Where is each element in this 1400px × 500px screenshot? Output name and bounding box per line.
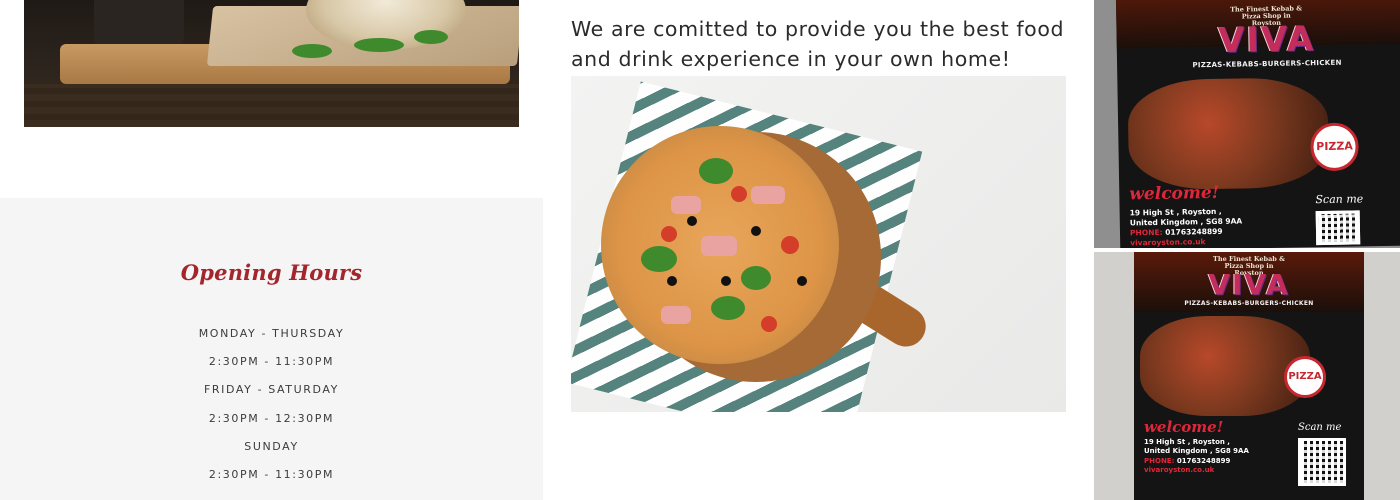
tagline: We are comitted to provide you the best … [571,17,1065,71]
hours-row: 2:30PM - 11:30PM [208,467,335,481]
pizza-slices [1127,76,1330,191]
flyer-logo: VIVA [1217,19,1316,61]
basil-leaf [699,158,733,184]
ham-slice [671,196,701,214]
olive [687,216,697,226]
flyer-welcome: welcome! [1129,182,1220,205]
lettuce-leaf [414,30,448,44]
hours-row: 2:30PM - 12:30PM [208,411,335,425]
ham-slice [751,186,785,204]
flyer-welcome: welcome! [1144,418,1224,436]
tomato [781,236,799,254]
burger-photo [24,0,519,127]
flyer-address: 19 High St , Royston , United Kingdom , … [1130,206,1243,248]
address-line: 19 High St , Royston , [1144,438,1230,446]
phone-number: 01763248899 [1176,456,1231,465]
jar [94,0,184,48]
hours-row: SUNDAY [244,439,299,453]
basil-leaf [641,246,677,272]
lettuce-leaf [354,38,404,52]
pizza-badge: PIZZA [1310,122,1359,172]
flyer-address: 19 High St , Royston , United Kingdom , … [1144,438,1249,476]
olive [797,276,807,286]
wood-table [24,84,519,127]
pizza-slices [1140,316,1310,416]
website: vivaroyston.co.uk [1130,237,1206,248]
flyer-categories: PIZZAS-KEBABS-BURGERS-CHICKEN [1184,300,1314,307]
flyer-logo: VIVA [1208,268,1290,301]
phone-number: 01763248899 [1165,227,1223,238]
olive [721,276,731,286]
hours-row: 2:30PM - 11:30PM [208,355,335,369]
flyer-photo-top: The Finest Kebab & Pizza Shop in Royston… [1094,0,1400,248]
phone-label: PHONE: [1144,456,1175,465]
flyer-photo-bottom: The Finest Kebab & Pizza Shop in Royston… [1094,252,1400,500]
hours-row: FRIDAY - SATURDAY [204,383,339,397]
tomato [731,186,747,202]
flyer-scan-label: Scan me [1315,192,1364,207]
opening-hours-list: MONDAY - THURSDAY 2:30PM - 11:30PM FRIDA… [0,326,543,495]
olive [751,226,761,236]
flyer-scan-label: Scan me [1298,422,1342,433]
pizza-badge: PIZZA [1284,356,1326,398]
olive [667,276,677,286]
qr-code-icon [1315,210,1361,246]
hours-row: MONDAY - THURSDAY [198,327,345,340]
basil-leaf [711,296,745,320]
pizza-photo [571,76,1066,412]
opening-hours-panel: Opening Hours MONDAY - THURSDAY 2:30PM -… [0,198,543,500]
phone-label: PHONE: [1129,228,1163,238]
tomato [661,226,677,242]
opening-hours-title: Opening Hours [180,260,363,285]
lettuce-leaf [292,44,332,58]
phone-line: PHONE: 01763248899 [1144,457,1249,466]
tomato [761,316,777,332]
pizza [601,126,839,364]
basil-leaf [741,266,771,290]
website: vivaroyston.co.uk [1144,466,1215,475]
flyer-sheet: The Finest Kebab & Pizza Shop in Royston… [1134,252,1364,500]
address-line: United Kingdom , SG8 9AA [1144,447,1249,456]
ham-slice [701,236,737,256]
ham-slice [661,306,691,324]
flyer-sheet: The Finest Kebab & Pizza Shop in Royston… [1115,0,1400,248]
qr-code-icon [1298,438,1346,486]
